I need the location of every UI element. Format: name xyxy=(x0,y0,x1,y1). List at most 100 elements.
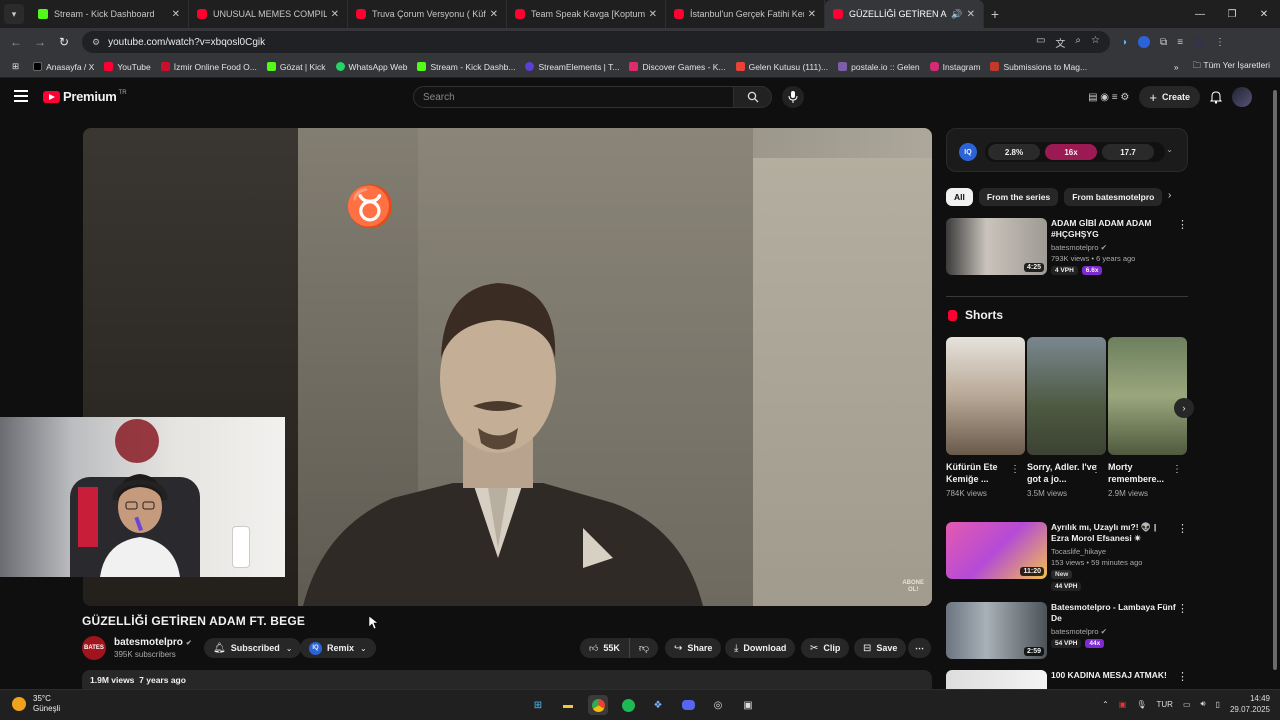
bookmark-item[interactable]: Submissions to Mag... xyxy=(990,62,1087,72)
like-button[interactable]: 👍︎ 55K xyxy=(580,638,630,658)
video-thumbnail[interactable]: 4:25 xyxy=(946,218,1047,275)
short-thumbnail[interactable] xyxy=(1108,337,1187,455)
close-icon[interactable]: ✕ xyxy=(649,9,657,20)
bookmark-item[interactable]: StreamElements | T... xyxy=(525,62,619,72)
bookmark-item[interactable]: İzmir Online Food O... xyxy=(160,62,257,72)
media-icon[interactable]: ≡ xyxy=(1177,37,1183,48)
more-actions-button[interactable]: ⋯ xyxy=(908,638,931,658)
tab-2[interactable]: UNUSUAL MEMES COMPILATIO ✕ xyxy=(189,0,348,28)
chip-from-channel[interactable]: From batesmotelpro xyxy=(1064,188,1163,206)
more-vertical-icon[interactable]: ⋮ xyxy=(1177,522,1188,535)
channel-name[interactable]: batesmotelpro ✔ xyxy=(114,637,192,648)
video-thumbnail[interactable] xyxy=(946,670,1047,689)
video-title[interactable]: Batesmotelpro - Lambaya Fünf De xyxy=(1051,602,1176,624)
short-thumbnail[interactable] xyxy=(946,337,1025,455)
shorts-next-button[interactable]: › xyxy=(1174,398,1194,418)
minimize-icon[interactable]: — xyxy=(1184,0,1216,28)
language-indicator[interactable]: TUR xyxy=(1156,700,1172,709)
speaker-icon[interactable]: 🔊 xyxy=(951,9,962,20)
close-window-icon[interactable]: ✕ xyxy=(1248,0,1280,28)
profile-icon[interactable] xyxy=(1193,36,1206,48)
extension-toolbar-icon[interactable]: ▤ ◉ ≡ ⚙ xyxy=(1088,92,1129,103)
channel-name[interactable]: batesmotelpro xyxy=(1051,627,1099,636)
short-title[interactable]: Morty remembere... xyxy=(1108,461,1178,485)
translate-icon[interactable]: 文 xyxy=(1055,35,1065,50)
page-scrollbar[interactable] xyxy=(1271,80,1279,690)
bookmark-star-icon[interactable]: ☆ xyxy=(1091,35,1100,50)
discord-icon[interactable] xyxy=(678,695,698,715)
create-button[interactable]: + Create xyxy=(1139,86,1200,108)
close-icon[interactable]: ✕ xyxy=(331,9,339,20)
channel-name[interactable]: Tocaslife_hikaye xyxy=(1051,547,1176,556)
recommended-video[interactable]: 2:59 Batesmotelpro - Lambaya Fünf De bat… xyxy=(946,602,1188,660)
tray-app-icon[interactable]: ▣ xyxy=(1119,700,1127,709)
puzzle-icon[interactable]: ⧉ xyxy=(1160,37,1167,48)
video-title[interactable]: Ayrılık mı, Uzaylı mı?! 👽 | Ezra Morol E… xyxy=(1051,522,1176,544)
more-vertical-icon[interactable]: ⋮ xyxy=(1177,218,1188,231)
bookmark-item[interactable]: Instagram xyxy=(929,62,980,72)
terminal-icon[interactable]: ▣ xyxy=(738,695,758,715)
tab-3[interactable]: Truva Çorum Versyonu ( Küfür ✕ xyxy=(348,0,507,28)
bookmark-item[interactable]: Discover Games - K... xyxy=(629,62,726,72)
close-icon[interactable]: ✕ xyxy=(808,9,816,20)
bookmark-item[interactable]: Stream - Kick Dashb... xyxy=(417,62,515,72)
menu-icon[interactable]: ⋮ xyxy=(1215,37,1225,48)
forward-icon[interactable]: → xyxy=(28,35,52,49)
new-tab-button[interactable]: + xyxy=(984,6,1006,22)
subscribed-button[interactable]: 🔔︎ Subscribed ⌄ xyxy=(204,638,302,658)
reload-icon[interactable]: ↻ xyxy=(52,35,76,49)
dislike-button[interactable]: 👎︎ xyxy=(629,638,659,658)
video-thumbnail[interactable]: 2:59 xyxy=(946,602,1047,659)
app-icon[interactable]: ❖ xyxy=(648,695,668,715)
short-thumbnail[interactable] xyxy=(1027,337,1106,455)
restore-icon[interactable]: ❐ xyxy=(1216,0,1248,28)
tab-search-icon[interactable]: ▾ xyxy=(4,4,24,24)
bookmarks-overflow-button[interactable]: » xyxy=(1174,62,1179,72)
clock[interactable]: 14:49 29.07.2025 xyxy=(1230,693,1270,715)
bookmark-item[interactable]: Gözat | Kick xyxy=(266,62,326,72)
close-icon[interactable]: ✕ xyxy=(172,9,180,20)
video-thumbnail[interactable]: 11:20 xyxy=(946,522,1047,579)
search-button[interactable] xyxy=(734,86,772,108)
short-title[interactable]: Sorry, Adler. I've got a jo... xyxy=(1027,461,1097,485)
channel-avatar[interactable]: BATES xyxy=(82,636,106,660)
more-vertical-icon[interactable]: ⋮ xyxy=(1010,464,1020,475)
chevron-down-icon[interactable]: ⌄ xyxy=(1166,145,1173,154)
tab-1[interactable]: Stream - Kick Dashboard ✕ xyxy=(30,0,189,28)
weather-widget[interactable]: 35°C Güneşli xyxy=(12,694,60,714)
apps-grid-icon[interactable]: ⊞ xyxy=(12,61,19,72)
youtube-logo[interactable]: Premium TR xyxy=(43,89,127,104)
chevron-up-icon[interactable]: ⌃ xyxy=(1102,700,1109,709)
chip-all[interactable]: All xyxy=(946,188,973,206)
share-button[interactable]: ↪ Share xyxy=(665,638,722,658)
windows-start-icon[interactable]: ⊞ xyxy=(528,695,548,715)
close-icon[interactable]: ✕ xyxy=(490,9,498,20)
spotify-icon[interactable] xyxy=(618,695,638,715)
chevron-right-icon[interactable]: › xyxy=(1168,190,1171,201)
video-title[interactable]: ADAM GİBİ ADAM ADAM #HÇGHŞYG xyxy=(1051,218,1176,240)
voice-search-button[interactable] xyxy=(782,86,804,108)
remix-button[interactable]: IQ Remix ⌄ xyxy=(300,638,376,658)
url-text[interactable]: youtube.com/watch?v=xbqosl0Cgik xyxy=(108,37,1036,48)
tab-5[interactable]: İstanbul'un Gerçek Fatihi Kenan ✕ xyxy=(666,0,825,28)
save-button[interactable]: ⊟ Save xyxy=(854,638,907,658)
account-avatar[interactable] xyxy=(1232,87,1252,107)
more-vertical-icon[interactable]: ⋮ xyxy=(1091,464,1101,475)
bookmark-item[interactable]: YouTube xyxy=(104,62,151,72)
recommended-video[interactable]: 11:20 Ayrılık mı, Uzaylı mı?! 👽 | Ezra M… xyxy=(946,522,1188,591)
file-explorer-icon[interactable]: ▬ xyxy=(558,695,578,715)
hamburger-menu-icon[interactable] xyxy=(14,90,28,102)
address-bar[interactable]: ⚙ youtube.com/watch?v=xbqosl0Cgik ▭ 文 ⌕ … xyxy=(82,31,1110,53)
more-vertical-icon[interactable]: ⋮ xyxy=(1172,464,1182,475)
obs-icon[interactable]: ◎ xyxy=(708,695,728,715)
iq-badge[interactable]: IQ xyxy=(959,143,977,161)
channel-name[interactable]: batesmotelpro xyxy=(1051,243,1099,252)
recommended-video[interactable]: 100 KADINA MESAJ ATMAK! ⋮ xyxy=(946,670,1188,689)
microphone-icon[interactable]: 🎙︎ xyxy=(1136,700,1146,709)
bookmark-item[interactable]: Anasayfa / X xyxy=(33,62,94,72)
subscribe-watermark[interactable]: ABONE OL! xyxy=(902,580,924,594)
download-button[interactable]: ⤓ Download xyxy=(725,638,796,658)
close-icon[interactable]: ✕ xyxy=(967,9,975,20)
clip-button[interactable]: ✂ Clip xyxy=(801,638,850,658)
scrollbar-thumb[interactable] xyxy=(1273,90,1277,670)
